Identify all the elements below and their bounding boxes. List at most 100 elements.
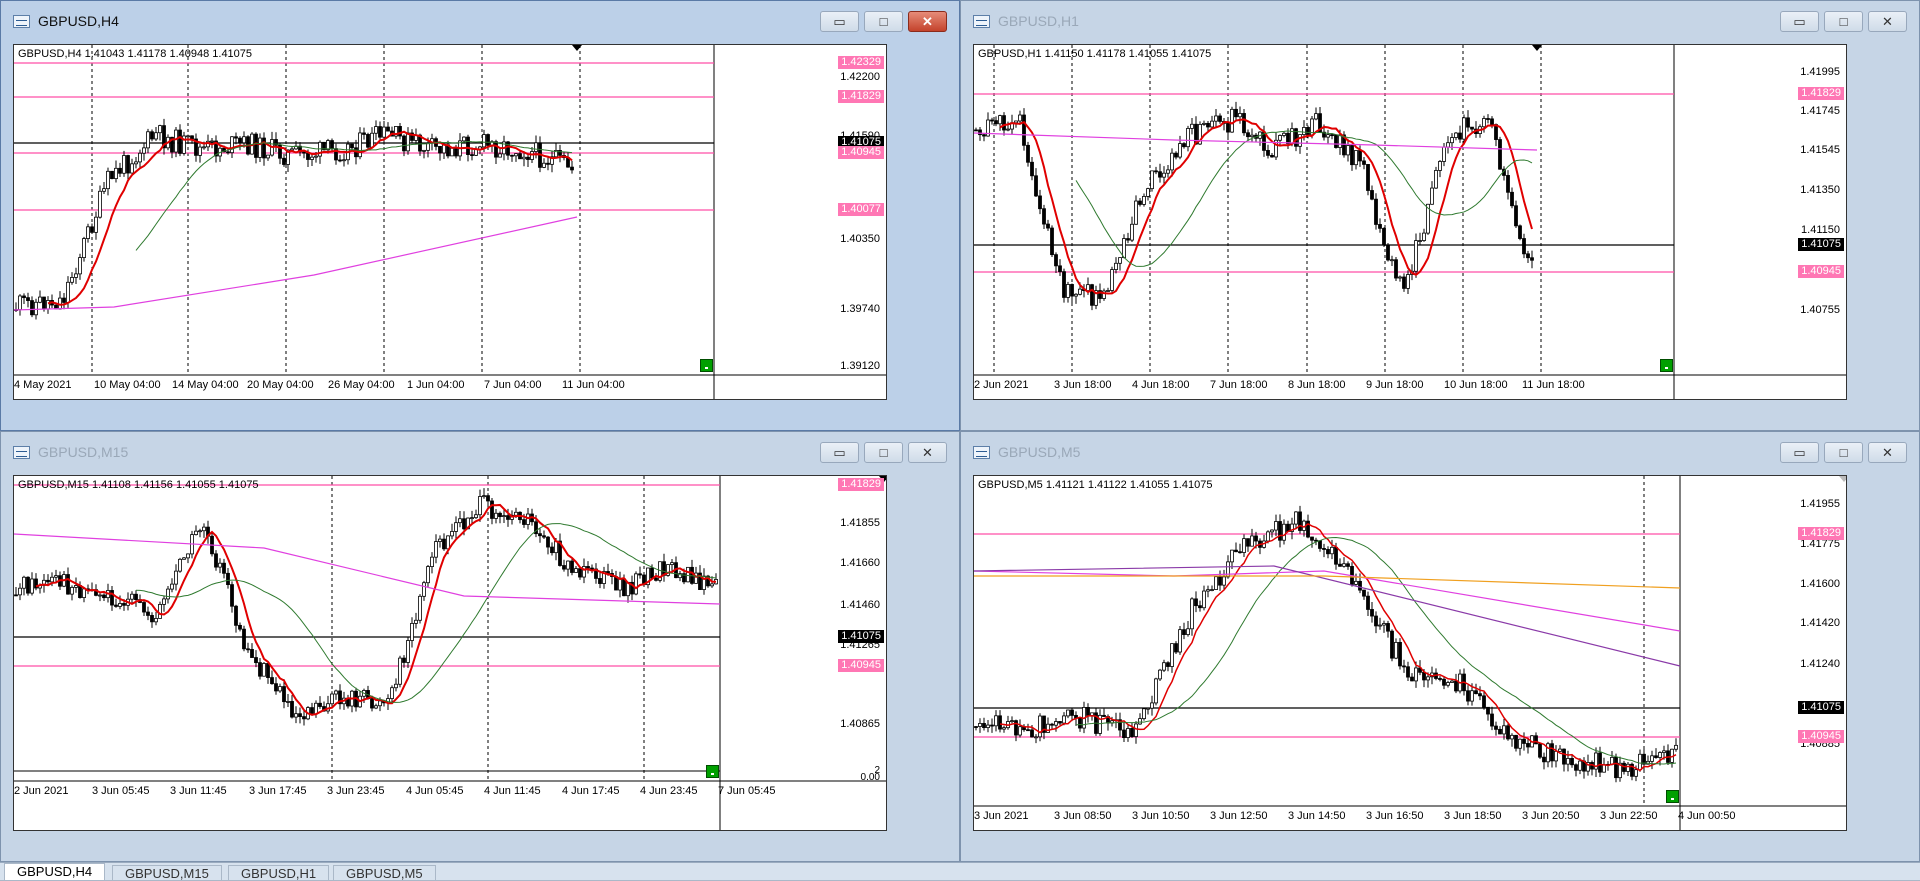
chart-window-m5[interactable]: GBPUSD,M5 ▭ □ ✕ GBPUSD,M5 1.41121 1.4112… [960, 431, 1920, 862]
moving-average-line [135, 523, 717, 703]
candle-body [586, 566, 590, 569]
candle-body [1502, 725, 1506, 735]
time-scale-label: 3 Jun 2021 [974, 810, 1029, 822]
candle-body [518, 153, 522, 160]
chart-window-h1[interactable]: GBPUSD,H1 ▭ □ ✕ GBPUSD,H1 1.41150 1.4117… [960, 0, 1920, 431]
candle-body [1454, 132, 1458, 138]
candle-body [1446, 142, 1450, 148]
candle-body [1050, 723, 1054, 726]
candle-body [298, 713, 302, 717]
chart-shift-marker[interactable] [1839, 476, 1846, 482]
candle-body [622, 578, 626, 597]
price-chart[interactable]: GBPUSD,M5 1.41121 1.41122 1.41055 1.4107… [973, 475, 1847, 831]
candle-body [1550, 743, 1554, 762]
autoscroll-button[interactable] [1666, 790, 1679, 803]
autoscroll-button[interactable] [700, 359, 713, 372]
window-titlebar[interactable]: GBPUSD,H1 ▭ □ ✕ [961, 1, 1919, 39]
tab-gbpusd-m15[interactable]: GBPUSD,M15 [112, 865, 222, 881]
candle-body [1250, 134, 1254, 138]
chart-canvas [14, 476, 886, 830]
price-level-label: 1.40945 [1798, 265, 1844, 278]
candle-body [1330, 134, 1334, 137]
candle-body [1270, 529, 1274, 533]
price-level-label: 1.40945 [1798, 730, 1844, 743]
chart-shift-marker[interactable] [1532, 45, 1542, 51]
minimize-button[interactable]: ▭ [1780, 442, 1819, 463]
candle-body [310, 156, 314, 160]
candle-body [526, 156, 530, 160]
candle-body [1538, 743, 1542, 758]
price-level-label: 1.40077 [838, 203, 884, 216]
price-level-label: 1.41829 [838, 90, 884, 103]
candle-body [1142, 708, 1146, 720]
candle-body [1570, 758, 1574, 766]
candle-body [470, 517, 474, 520]
candle-body [1158, 171, 1162, 178]
time-scale-label: 3 Jun 23:45 [327, 785, 385, 797]
candle-body [1102, 714, 1106, 717]
candle-body [338, 159, 342, 162]
autoscroll-button[interactable] [706, 765, 719, 778]
candle-body [510, 154, 514, 157]
chart-window-icon [13, 15, 30, 28]
chart-window-h4[interactable]: GBPUSD,H4 ▭ □ ✕ GBPUSD,H4 1.41043 1.4117… [0, 0, 960, 431]
candle-body [1390, 630, 1394, 659]
candle-body [1654, 755, 1658, 758]
candle-body [1138, 200, 1142, 205]
candle-body [1394, 259, 1398, 279]
tab-gbpusd-h1[interactable]: GBPUSD,H1 [228, 865, 330, 881]
moving-average-line [14, 216, 578, 311]
candle-body [598, 578, 602, 584]
price-scale-tick: 1.41240 [1800, 658, 1840, 670]
candle-body [134, 593, 138, 601]
minimize-button[interactable]: ▭ [1780, 11, 1819, 32]
candle-body [1166, 169, 1170, 174]
price-chart[interactable]: GBPUSD,H1 1.41150 1.41178 1.41055 1.4107… [973, 44, 1847, 400]
candle-body [498, 153, 502, 158]
maximize-button[interactable]: □ [1824, 442, 1863, 463]
time-scale-label: 2 Jun 2021 [974, 379, 1029, 391]
price-scale-tick: 1.39740 [840, 303, 880, 315]
window-titlebar[interactable]: GBPUSD,M15 ▭ □ ✕ [1, 432, 959, 470]
candle-body [614, 576, 618, 591]
candle-body [618, 578, 622, 591]
candle-body [1106, 290, 1110, 292]
candle-body [1170, 643, 1174, 667]
tab-gbpusd-m5[interactable]: GBPUSD,M5 [333, 865, 436, 881]
close-button[interactable]: ✕ [908, 11, 947, 32]
candle-body [82, 588, 86, 598]
tab-gbpusd-h4[interactable]: GBPUSD,H4 [4, 863, 106, 880]
candle-body [238, 624, 242, 630]
chart-window-m15[interactable]: GBPUSD,M15 ▭ □ ✕ GBPUSD,M15 1.41108 1.41… [0, 431, 960, 862]
candle-body [110, 170, 114, 180]
candle-body [1462, 117, 1466, 140]
window-titlebar[interactable]: GBPUSD,H4 ▭ □ ✕ [1, 1, 959, 39]
close-button[interactable]: ✕ [1868, 442, 1907, 463]
candle-body [246, 648, 250, 651]
moving-average-line [14, 533, 721, 605]
candle-body [370, 698, 374, 709]
candle-body [1626, 763, 1630, 772]
candle-body [1574, 764, 1578, 771]
autoscroll-button[interactable] [1660, 359, 1673, 372]
window-titlebar[interactable]: GBPUSD,M5 ▭ □ ✕ [961, 432, 1919, 470]
minimize-button[interactable]: ▭ [820, 442, 859, 463]
candle-body [1338, 563, 1342, 567]
candle-body [1222, 576, 1226, 586]
price-chart[interactable]: GBPUSD,H4 1.41043 1.41178 1.40948 1.4107… [13, 44, 887, 400]
close-button[interactable]: ✕ [908, 442, 947, 463]
maximize-button[interactable]: □ [864, 442, 903, 463]
candle-body [1526, 743, 1530, 748]
maximize-button[interactable]: □ [864, 11, 903, 32]
price-chart[interactable]: GBPUSD,M15 1.41108 1.41156 1.41055 1.410… [13, 475, 887, 831]
window-title: GBPUSD,M15 [38, 444, 129, 460]
maximize-button[interactable]: □ [1824, 11, 1863, 32]
price-level-label: 1.41075 [1798, 701, 1844, 714]
candle-body [438, 146, 442, 154]
chart-shift-marker[interactable] [572, 45, 582, 51]
price-level-label: 1.41829 [1798, 87, 1844, 100]
close-button[interactable]: ✕ [1868, 11, 1907, 32]
time-scale-label: 3 Jun 16:50 [1366, 810, 1424, 822]
candle-body [1406, 274, 1410, 289]
minimize-button[interactable]: ▭ [820, 11, 859, 32]
